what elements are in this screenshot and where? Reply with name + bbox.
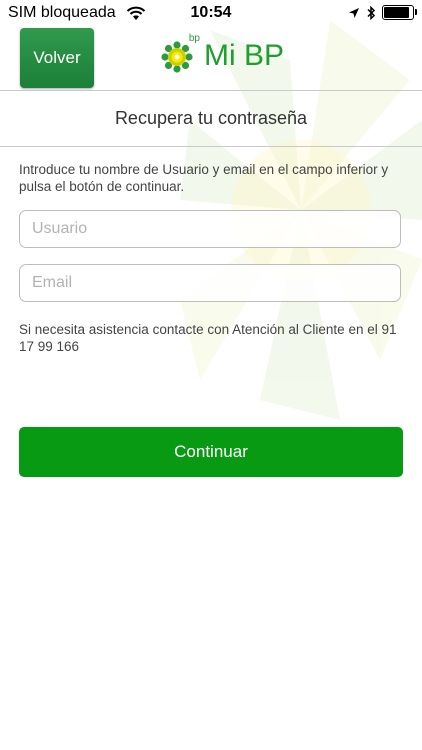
back-button[interactable]: Volver [20, 28, 94, 88]
bp-logo-text: bp [188, 33, 200, 44]
status-bar: SIM bloqueada 10:54 [0, 0, 422, 28]
continue-button[interactable]: Continuar [19, 427, 403, 477]
title-divider [0, 146, 422, 147]
app-title: Mi BP [204, 39, 285, 72]
support-contact-text: Si necesita asistencia contacte con Aten… [19, 322, 397, 354]
bp-logo-icon: bp [160, 33, 200, 75]
email-input[interactable] [19, 264, 401, 302]
bluetooth-icon [367, 5, 376, 20]
username-input[interactable] [19, 210, 401, 248]
battery-fill [384, 7, 409, 18]
page-title: Recupera tu contraseña [114, 108, 308, 128]
instructions-text: Introduce tu nombre de Usuario y email e… [19, 162, 389, 194]
brand: bp Mi BP [160, 33, 285, 75]
battery-icon [382, 5, 417, 20]
navigation-bar: Volver bp Mi BP [0, 28, 422, 90]
location-arrow-icon [349, 7, 359, 18]
